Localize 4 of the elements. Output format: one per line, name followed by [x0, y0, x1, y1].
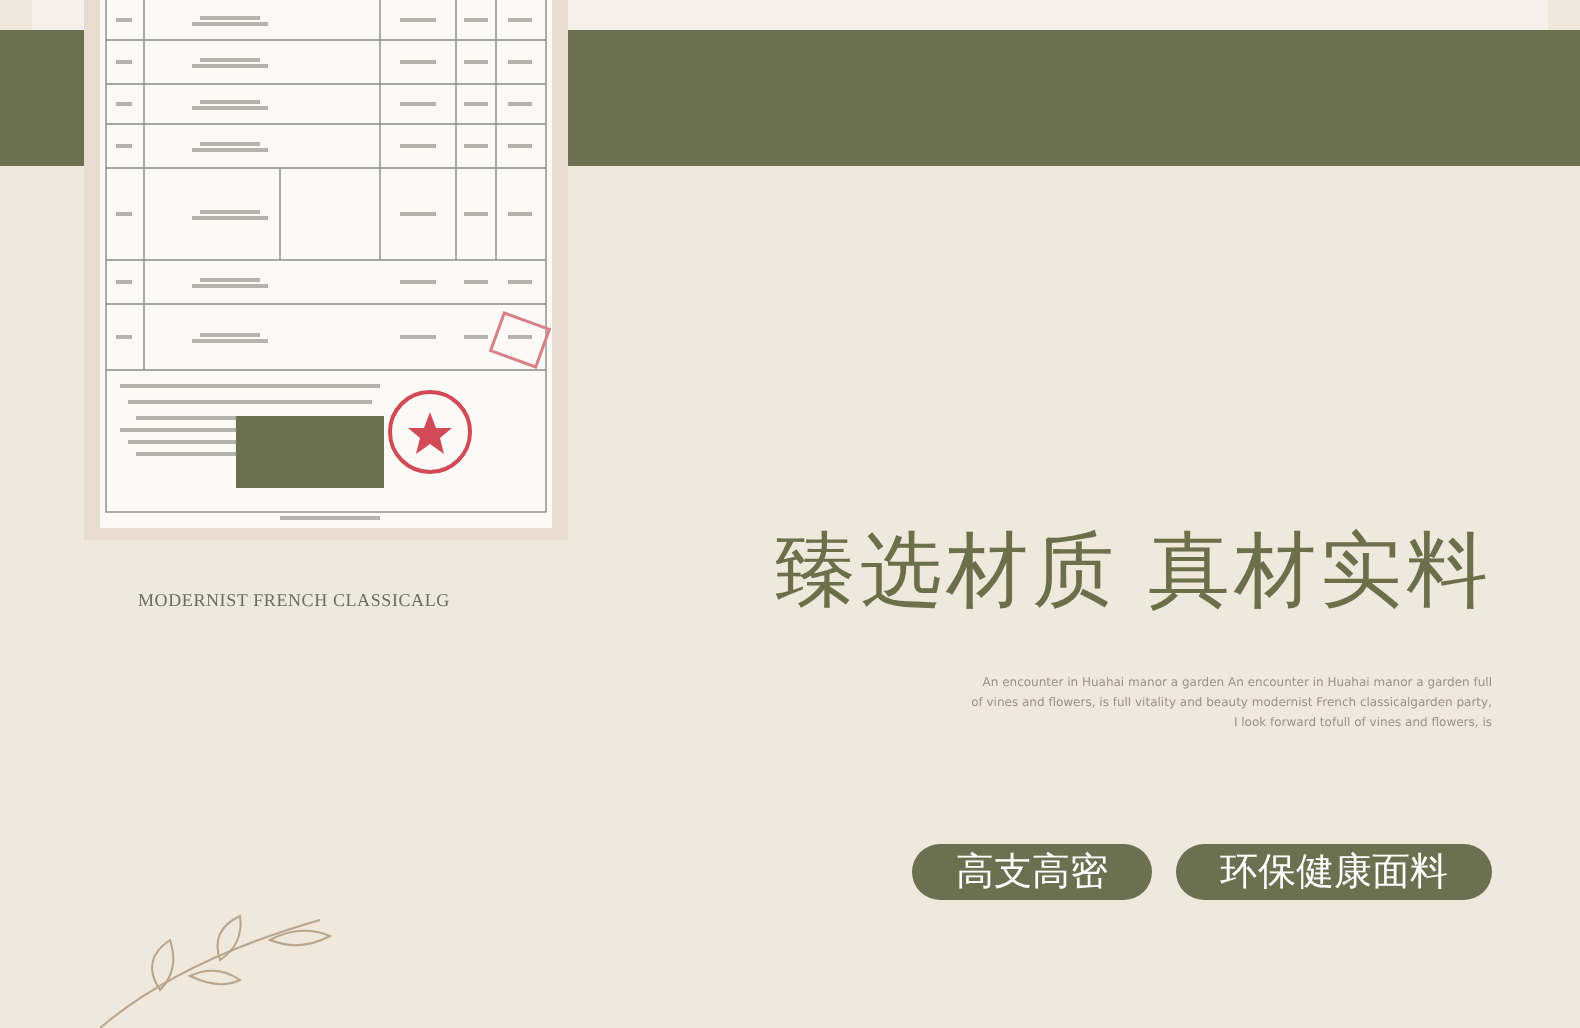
feature-tag: 高支高密 — [912, 844, 1152, 900]
feature-tag: 环保健康面料 — [1176, 844, 1492, 900]
heading: 臻选材质 真材实料 — [773, 520, 1492, 622]
subtitle: MODERNIST FRENCH CLASSICALG — [138, 590, 452, 610]
